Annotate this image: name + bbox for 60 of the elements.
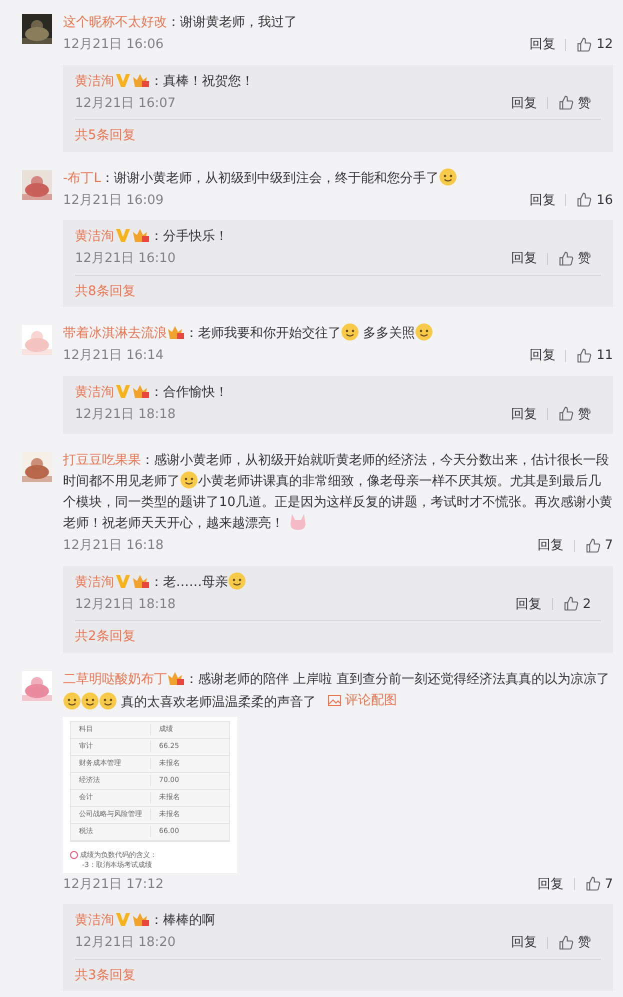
thumbs-up-icon [576,192,592,208]
comment-text: 这个昵称不太好改：谢谢黄老师，我过了 [63,14,298,32]
emoji-icon [341,323,359,341]
like-button[interactable]: 赞 [558,933,591,952]
reply-time: 12月21日 16:07 [75,94,176,112]
thumbs-up-icon [558,250,574,267]
reply-time: 12月21日 18:20 [75,934,176,952]
reply-text: 黄洁洵 ：分手快乐！ [75,227,229,246]
comment-text: -布丁L：谢谢小黄老师，从初级到中级到注会，终于能和您分手了 [63,168,613,188]
thumbs-up-icon [584,876,601,892]
like-button[interactable]: 7 [584,536,613,556]
reply-link[interactable]: 回复 [511,249,537,268]
thumbs-up-icon [558,934,574,951]
like-button[interactable]: 赞 [558,404,591,424]
emoji-icon [438,168,457,186]
reply-link[interactable]: 回复 [529,35,556,54]
comment-text: 打豆豆吃果果：感谢小黄老师，从初级开始就听黄老师的经济法，今天分数出来，估计很长一段时间都不用见老师了 小黄老师讲课真的非常细致，像老母亲一样不厌其烦。尤其是到最后几个模块，同一类型的题讲了10几道。正是因为这样反复的讲题，考试时才不慌张。再次感谢小黄老师！祝老师天天开心，越来越漂亮！ [63,452,613,533]
reply-text: 黄洁洵 ：老……母亲 [75,572,591,592]
comment-time: 12月21日 17:12 [63,876,164,894]
thumbs-up-icon [584,538,601,554]
reply-link[interactable]: 回复 [538,874,564,894]
emoji-icon [99,692,117,710]
comment-text: 二草明哒酸奶布丁 ：感谢老师的陪伴 上岸啦 直到查分前一刻还觉得经济法真真的以为凉凉了 真的太喜欢老师温温柔柔的声音了 评论配图 [63,670,610,712]
emoji-icon [228,572,246,590]
reply-link[interactable]: 回复 [529,190,556,210]
like-button[interactable]: 12 [576,35,613,54]
reply-text: 黄洁洵 ：合作愉快！ [75,382,229,402]
like-button[interactable]: 16 [576,190,613,210]
reply-link[interactable]: 回复 [511,404,537,424]
like-button[interactable]: 2 [562,594,591,614]
thumbs-up-icon [562,596,579,612]
like-button[interactable]: 11 [576,346,613,366]
reply-link[interactable]: 回复 [529,346,556,366]
reply-link[interactable]: 回复 [511,94,537,113]
reply-text: 黄洁洵 ：真棒！祝贺您！ [75,72,255,90]
thumbs-up-icon [576,36,592,53]
comment-time: 12月21日 16:14 [63,347,164,365]
reply-link[interactable]: 回复 [516,594,542,614]
comment-time: 12月21日 16:06 [63,36,164,54]
emoji-icon [180,471,198,489]
like-button[interactable]: 赞 [558,94,591,113]
like-button[interactable]: 赞 [558,249,591,268]
emoji-icon [63,692,81,710]
reply-text: 黄洁洵 ：棒棒的啊 [75,911,216,930]
reply-link[interactable]: 回复 [538,536,564,556]
image-icon [328,694,342,706]
comment-text: 带着冰淇淋去流浪 ：老师我要和你开始交往了 多多关照 [63,323,613,344]
comment-time: 12月21日 16:18 [63,537,164,555]
comment-time: 12月21日 16:09 [63,192,164,210]
reply-time: 12月21日 18:18 [75,406,176,424]
thumbs-up-icon [558,95,574,112]
thumbs-up-icon [558,406,574,422]
emoji-icon [415,323,434,341]
thumbs-up-icon [576,348,592,364]
like-button[interactable]: 7 [584,874,613,894]
bunny-icon [288,513,308,531]
reply-time: 12月21日 18:18 [75,596,176,614]
reply-link[interactable]: 回复 [511,933,537,952]
emoji-icon [81,692,99,710]
reply-time: 12月21日 16:10 [75,250,176,268]
